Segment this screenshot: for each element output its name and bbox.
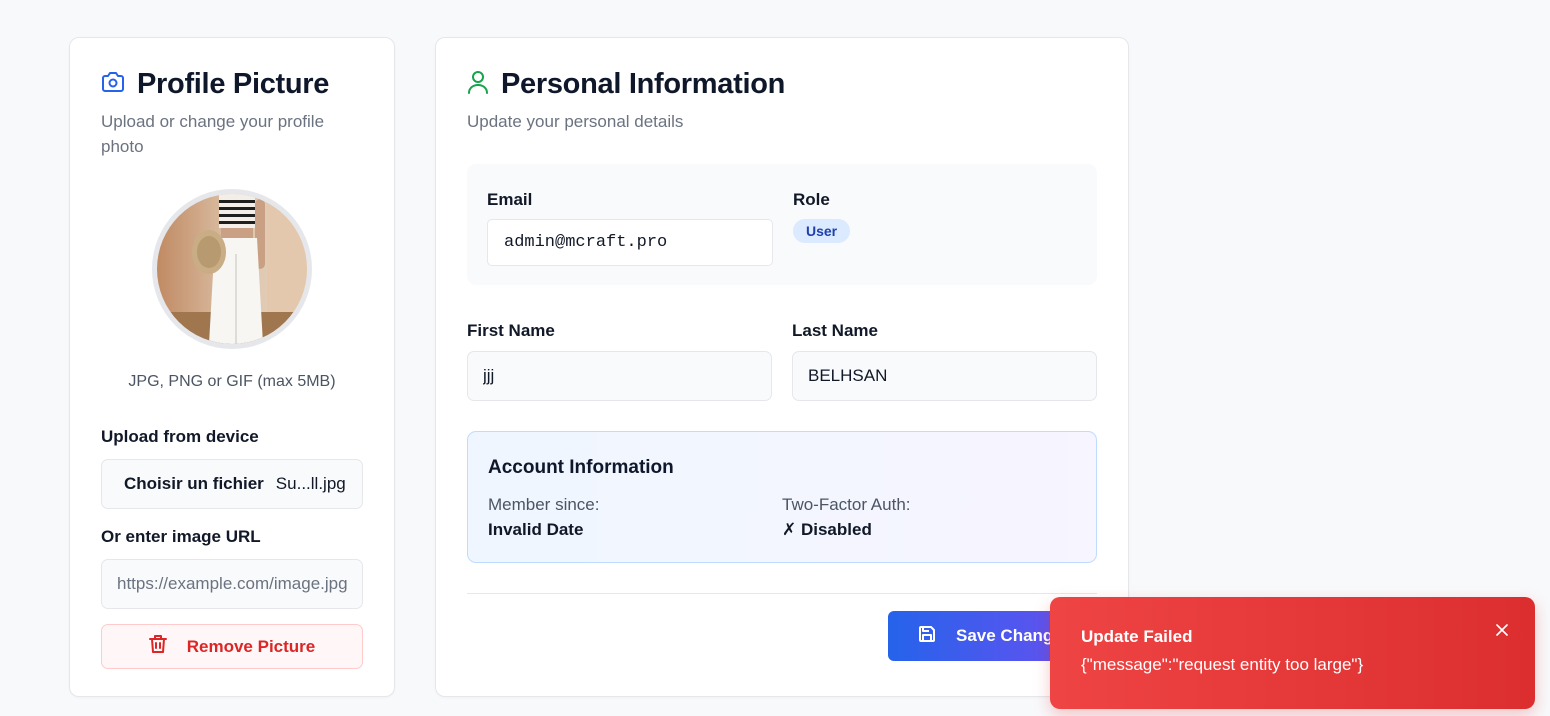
personal-card-subtitle: Update your personal details	[467, 112, 684, 131]
email-role-panel: Email Role User	[467, 164, 1097, 285]
two-factor-label: Two-Factor Auth:	[782, 495, 911, 514]
two-factor-value: ✗ Disabled	[782, 520, 872, 539]
profile-card-title: Profile Picture	[137, 68, 330, 100]
upload-label: Upload from device	[101, 427, 259, 446]
last-name-label: Last Name	[792, 321, 878, 340]
personal-information-card: Personal Information Update your persona…	[435, 37, 1129, 697]
profile-card-subtitle: Upload or change your profile photo	[101, 112, 325, 156]
avatar-frame	[152, 189, 312, 349]
save-icon	[918, 625, 936, 648]
image-url-label: Or enter image URL	[101, 527, 261, 546]
camera-icon	[101, 71, 125, 98]
email-label: Email	[487, 190, 533, 209]
avatar	[157, 194, 307, 344]
last-name-input[interactable]	[792, 351, 1097, 401]
toast-title: Update Failed	[1081, 627, 1193, 646]
choose-file-button[interactable]: Choisir un fichier	[124, 474, 264, 494]
email-field[interactable]	[487, 219, 773, 266]
first-name-input[interactable]	[467, 351, 772, 401]
file-format-hint: JPG, PNG or GIF (max 5MB)	[128, 373, 336, 390]
user-icon	[467, 70, 489, 99]
name-fields-row: First Name Last Name	[467, 321, 1097, 401]
file-upload-input[interactable]: Choisir un fichier Su...ll.jpg	[101, 459, 363, 509]
role-label: Role	[793, 190, 830, 209]
error-toast: Update Failed {"message":"request entity…	[1050, 597, 1535, 709]
personal-card-header: Personal Information	[467, 68, 1097, 101]
profile-card-header: Profile Picture	[101, 68, 363, 101]
remove-picture-label: Remove Picture	[186, 636, 316, 656]
profile-picture-card: Profile Picture Upload or change your pr…	[69, 37, 395, 697]
close-icon[interactable]	[1493, 621, 1511, 639]
trash-icon	[148, 634, 167, 659]
account-information-box: Account Information Member since: Invali…	[467, 431, 1097, 563]
remove-picture-button[interactable]: Remove Picture	[101, 624, 363, 669]
account-info-title: Account Information	[488, 457, 674, 478]
image-url-input[interactable]	[101, 559, 363, 609]
member-since-label: Member since:	[488, 495, 600, 514]
first-name-label: First Name	[467, 321, 555, 340]
role-badge: User	[793, 219, 851, 243]
toast-message: {"message":"request entity too large"}	[1081, 655, 1364, 674]
form-divider	[467, 593, 1097, 594]
member-since-value: Invalid Date	[488, 520, 584, 539]
selected-file-name: Su...ll.jpg	[275, 474, 346, 493]
personal-card-title: Personal Information	[501, 68, 786, 100]
